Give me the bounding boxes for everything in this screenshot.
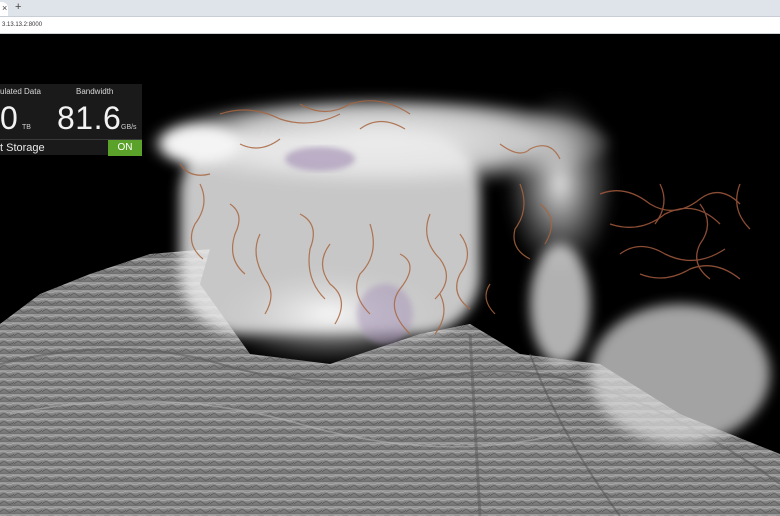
streamlines-right <box>599 183 751 280</box>
bandwidth-value: 81.6 <box>57 100 122 136</box>
plus-icon[interactable]: + <box>15 1 21 13</box>
simulated-data-value: 0 <box>0 100 19 136</box>
stats-overlay-panel: ulated Data 0 TB Bandwidth 81.6 GB/s t S… <box>0 84 142 156</box>
address-bar: 3.13.13.2:8000 <box>0 17 780 34</box>
storage-row: t Storage ON <box>0 139 142 156</box>
storage-toggle[interactable]: ON <box>108 140 142 156</box>
simulated-data-unit: TB <box>22 124 31 131</box>
3d-visualization-viewport[interactable]: ulated Data 0 TB Bandwidth 81.6 GB/s t S… <box>0 34 780 516</box>
url-input[interactable]: 3.13.13.2:8000 <box>0 19 762 31</box>
browser-tab[interactable]: × <box>0 2 8 16</box>
bandwidth-label: Bandwidth <box>76 87 114 96</box>
bandwidth-unit: GB/s <box>121 124 137 131</box>
browser-tab-bar: × + <box>0 0 780 17</box>
storage-label: t Storage <box>0 142 45 154</box>
simulated-data-label: ulated Data <box>0 87 41 96</box>
close-icon[interactable]: × <box>2 3 7 13</box>
